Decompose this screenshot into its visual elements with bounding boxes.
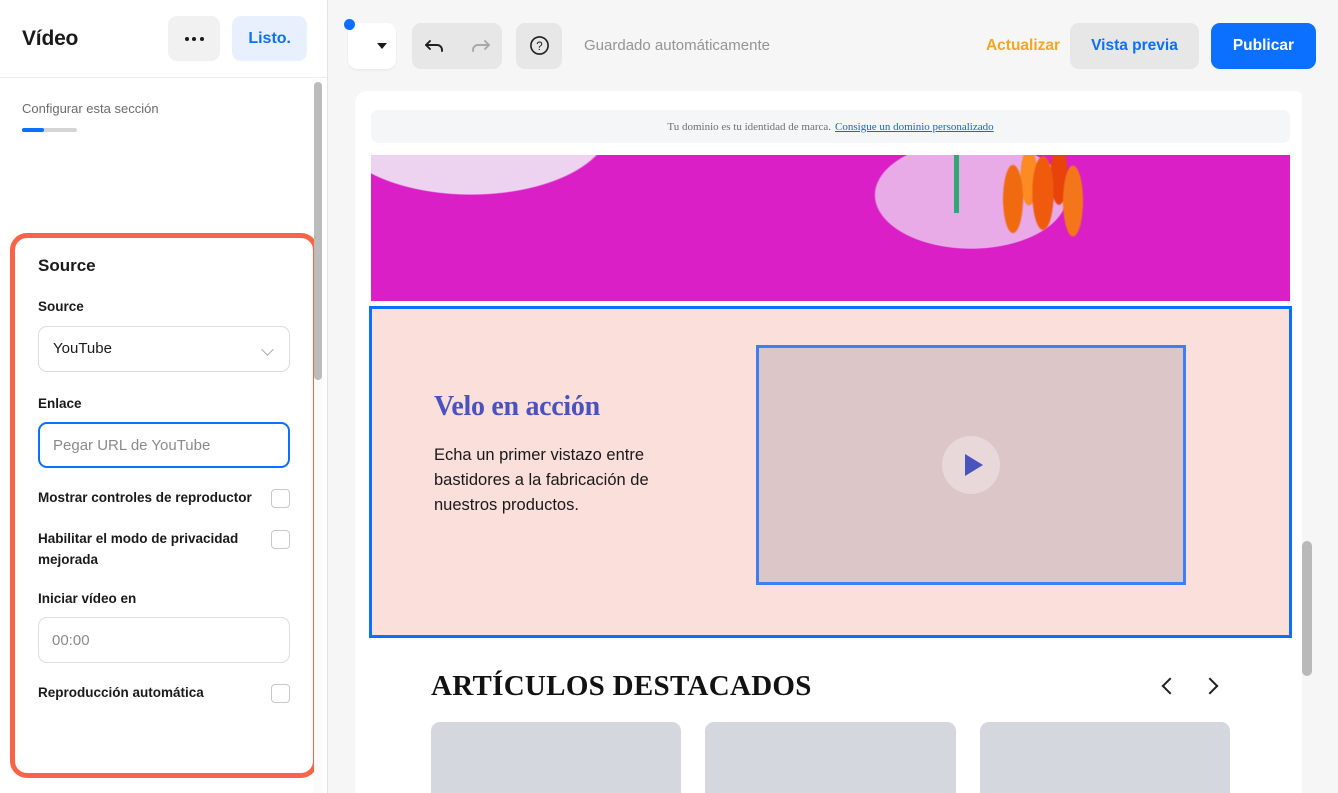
autoplay-row[interactable]: Reproducción automática (38, 663, 290, 704)
settings-sidebar: Vídeo Listo. Configurar esta sección Sou… (0, 0, 328, 793)
chevron-down-icon (262, 345, 275, 353)
sidebar-scrollbar-thumb[interactable] (314, 82, 322, 380)
autosave-status: Guardado automáticamente (584, 37, 770, 54)
show-controls-checkbox[interactable] (271, 489, 290, 509)
sidebar-body: Configurar esta sección Source Source Yo… (0, 78, 327, 793)
video-heading: Velo en acción (434, 391, 600, 422)
video-section-selected[interactable]: Velo en acción Echa un primer vistazo en… (369, 306, 1292, 638)
source-settings-card-highlight: Source Source YouTube Enlace Mostrar con… (10, 233, 318, 778)
redo-button[interactable] (460, 23, 500, 69)
video-text-block: Velo en acción Echa un primer vistazo en… (434, 391, 704, 518)
source-field-label: Source (38, 299, 84, 314)
page-title: Vídeo (22, 26, 79, 50)
custom-domain-link[interactable]: Consigue un dominio personalizado (835, 121, 994, 133)
app-root: Vídeo Listo. Configurar esta sección Sou… (0, 0, 1338, 793)
play-icon (964, 454, 983, 476)
autoplay-label: Reproducción automática (38, 685, 204, 701)
play-button[interactable] (942, 436, 1000, 494)
svg-text:?: ? (536, 41, 542, 53)
featured-card[interactable] (431, 722, 682, 793)
featured-card[interactable] (979, 722, 1230, 793)
preview-button[interactable]: Vista previa (1070, 22, 1199, 69)
device-selector-button[interactable] (344, 18, 396, 69)
domain-banner-text: Tu dominio es tu identidad de marca. (667, 120, 832, 133)
setup-progress-bar (22, 128, 77, 132)
featured-cards-row (369, 722, 1292, 793)
notification-dot (344, 18, 355, 30)
start-at-input[interactable] (38, 617, 290, 664)
preview-scrollbar-thumb[interactable] (1302, 541, 1312, 676)
link-field-label: Enlace (38, 395, 82, 411)
chevron-right-icon (1201, 677, 1219, 695)
hero-image[interactable] (371, 155, 1290, 301)
source-settings-card: Source Source YouTube Enlace Mostrar con… (15, 238, 313, 773)
video-placeholder[interactable] (756, 345, 1186, 585)
site-preview-canvas: Tu dominio es tu identidad de marca. Con… (355, 91, 1306, 793)
help-button[interactable]: ? (516, 22, 562, 69)
setup-progress-fill (22, 128, 44, 132)
undo-redo-group (412, 22, 502, 69)
start-at-label: Iniciar vídeo en (38, 590, 137, 606)
editor-toolbar: ? Guardado automáticamente Actualizar Vi… (328, 0, 1338, 91)
domain-banner: Tu dominio es tu identidad de marca. Con… (371, 110, 1290, 143)
source-card-title: Source (38, 256, 96, 275)
featured-articles-header: ARTÍCULOS DESTACADOS (369, 656, 1292, 716)
autoplay-checkbox[interactable] (271, 684, 290, 704)
privacy-mode-checkbox[interactable] (271, 529, 290, 549)
chevron-down-icon (377, 42, 387, 49)
link-input[interactable] (38, 422, 290, 469)
source-select-value: YouTube (53, 340, 112, 358)
hero-wheat-decor (983, 155, 1123, 259)
more-options-button[interactable] (168, 16, 221, 61)
featured-card[interactable] (705, 722, 956, 793)
undo-arrow-icon (424, 39, 443, 52)
undo-button[interactable] (415, 23, 455, 69)
video-body-text: Echa un primer vistazo entre bastidores … (434, 446, 649, 515)
privacy-mode-row[interactable]: Habilitar el modo de privacidad mejorada (38, 509, 290, 571)
editor-main: ? Guardado automáticamente Actualizar Vi… (328, 0, 1338, 793)
monitor-icon (357, 39, 373, 53)
show-controls-row[interactable]: Mostrar controles de reproductor (38, 468, 290, 509)
chevron-left-icon (1161, 677, 1179, 695)
section-subtitle: Configurar esta sección (22, 101, 159, 116)
ellipsis-icon (184, 36, 204, 41)
privacy-mode-label: Habilitar el modo de privacidad mejorada (38, 530, 239, 568)
update-button[interactable]: Actualizar (986, 37, 1060, 55)
source-select[interactable]: YouTube (38, 325, 290, 372)
preview-scrollbar-track[interactable] (1302, 91, 1312, 793)
question-circle-icon: ? (529, 36, 549, 55)
carousel-next-button[interactable] (1190, 677, 1230, 695)
redo-arrow-icon (471, 39, 490, 52)
sidebar-header: Vídeo Listo. (0, 0, 327, 78)
carousel-prev-button[interactable] (1150, 677, 1190, 695)
show-controls-label: Mostrar controles de reproductor (38, 490, 252, 506)
featured-articles-title: ARTÍCULOS DESTACADOS (431, 669, 812, 702)
done-button[interactable]: Listo. (232, 16, 307, 61)
publish-button[interactable]: Publicar (1210, 22, 1316, 69)
hero-stem-decor (954, 155, 959, 213)
